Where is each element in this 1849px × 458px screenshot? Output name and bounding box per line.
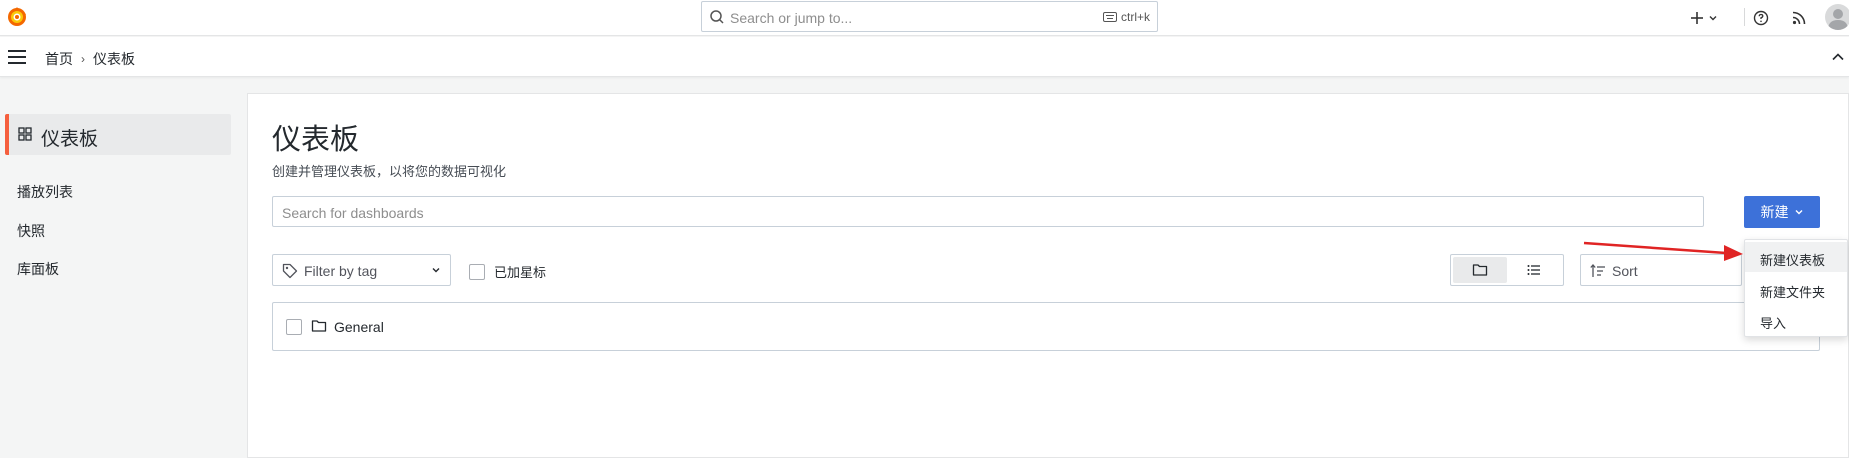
add-new-button[interactable]	[1690, 6, 1718, 30]
new-button-label: 新建	[1760, 204, 1789, 220]
search-icon	[710, 10, 724, 24]
apps-icon	[18, 127, 32, 141]
sort-placeholder: Sort	[1612, 263, 1638, 279]
folder-checkbox[interactable]	[286, 319, 302, 335]
news-feed-button[interactable]	[1792, 6, 1806, 30]
chevron-up-icon[interactable]	[1831, 50, 1845, 64]
menu-item-new-folder[interactable]: 新建文件夹	[1745, 274, 1847, 304]
sidebar-item-snapshots[interactable]: 快照	[17, 221, 45, 241]
view-mode-toggle	[1450, 254, 1564, 286]
folder-view-button[interactable]	[1453, 257, 1507, 283]
menu-item-label: 导入	[1760, 316, 1787, 331]
search-shortcut: ctrl+k	[1102, 10, 1150, 24]
menu-item-new-dashboard[interactable]: 新建仪表板	[1745, 242, 1847, 272]
page-subtitle: 创建并管理仪表板，以将您的数据可视化	[272, 164, 507, 179]
breadcrumb: 首页 › 仪表板	[45, 49, 135, 69]
folder-row-general[interactable]: General	[272, 302, 1820, 351]
grafana-logo-icon[interactable]	[5, 5, 29, 29]
avatar-icon	[1828, 9, 1848, 30]
folder-icon	[311, 320, 327, 332]
starred-filter[interactable]: 已加星标	[469, 262, 546, 281]
chevron-down-icon	[1709, 16, 1717, 21]
breadcrumb-bar: 首页 › 仪表板	[0, 37, 1849, 77]
breadcrumb-current: 仪表板	[93, 51, 135, 67]
tag-filter-placeholder: Filter by tag	[304, 263, 378, 279]
rss-icon	[1792, 11, 1806, 25]
folder-icon	[1472, 264, 1488, 276]
menu-item-label: 新建仪表板	[1760, 253, 1826, 268]
keyboard-icon	[1102, 12, 1117, 22]
sidebar-item-playlists[interactable]: 播放列表	[17, 182, 73, 202]
active-indicator	[5, 114, 9, 155]
chevron-down-icon	[1795, 210, 1802, 215]
breadcrumb-separator-icon: ›	[81, 52, 85, 66]
section-sidebar: 仪表板 播放列表 快照 库面板	[0, 78, 247, 458]
sidebar-item-label: 仪表板	[41, 129, 99, 150]
menu-toggle-icon[interactable]	[7, 49, 27, 65]
dashboard-search-input[interactable]: Search for dashboards	[272, 196, 1704, 227]
breadcrumb-home-link[interactable]: 首页	[45, 49, 73, 69]
menu-item-label: 新建文件夹	[1760, 285, 1826, 300]
menu-item-import[interactable]: 导入	[1745, 305, 1847, 335]
global-search-placeholder: Search or jump to...	[730, 10, 853, 26]
dashboard-search-placeholder: Search for dashboards	[282, 205, 424, 221]
plus-icon	[1691, 12, 1703, 24]
folder-name: General	[334, 319, 384, 335]
sidebar-item-library-panels[interactable]: 库面板	[17, 259, 59, 279]
new-button[interactable]: 新建	[1744, 196, 1820, 228]
global-search-input[interactable]: Search or jump to... ctrl+k	[701, 1, 1158, 32]
help-button[interactable]	[1753, 6, 1769, 30]
top-navigation-bar: Search or jump to... ctrl+k	[0, 0, 1849, 36]
help-icon	[1753, 10, 1769, 26]
tag-filter-select[interactable]: Filter by tag	[272, 254, 451, 286]
sort-amount-icon	[1590, 264, 1605, 277]
starred-checkbox[interactable]	[469, 263, 485, 280]
list-view-icon[interactable]	[1526, 262, 1542, 278]
sidebar-item-dashboards[interactable]: 仪表板	[5, 114, 231, 155]
page-title: 仪表板	[272, 124, 360, 156]
topbar-divider	[1744, 8, 1745, 26]
starred-label: 已加星标	[494, 265, 547, 280]
sort-select[interactable]: Sort	[1580, 254, 1742, 286]
chevron-down-icon	[432, 268, 440, 273]
search-shortcut-label: ctrl+k	[1120, 10, 1150, 24]
tag-icon	[282, 263, 298, 279]
user-avatar[interactable]	[1825, 4, 1849, 30]
new-dropdown-menu: 新建仪表板 新建文件夹 导入	[1744, 239, 1848, 337]
